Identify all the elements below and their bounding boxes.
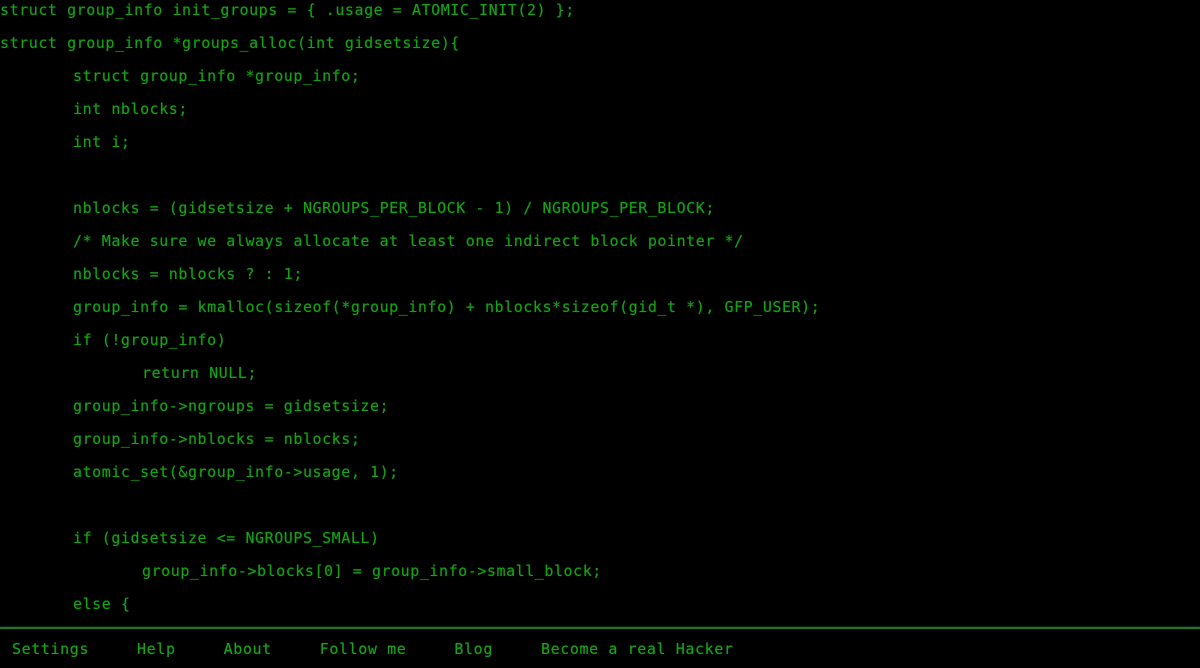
footer-link-blog[interactable]: Blog bbox=[454, 640, 493, 658]
code-line: int i; bbox=[73, 133, 131, 151]
code-line: nblocks = nblocks ? : 1; bbox=[73, 265, 303, 283]
code-line: else { bbox=[73, 595, 131, 613]
footer-link-follow-me[interactable]: Follow me bbox=[320, 640, 407, 658]
code-line: if (gidsetsize <= NGROUPS_SMALL) bbox=[73, 529, 380, 547]
code-line: group_info->nblocks = nblocks; bbox=[73, 430, 361, 448]
code-line: group_info->ngroups = gidsetsize; bbox=[73, 397, 390, 415]
footer-navigation: Settings Help About Follow me Blog Become a r… bbox=[0, 629, 1200, 668]
footer-link-settings[interactable]: Settings bbox=[12, 640, 89, 658]
code-line: int nblocks; bbox=[73, 100, 188, 118]
code-line: return NULL; bbox=[142, 364, 257, 382]
code-line: group_info->blocks[0] = group_info->smal… bbox=[142, 562, 602, 580]
code-line: if (!group_info) bbox=[73, 331, 227, 349]
code-line: atomic_set(&group_info->usage, 1); bbox=[73, 463, 399, 481]
code-line: struct group_info *groups_alloc(int gids… bbox=[0, 34, 460, 52]
code-output-area[interactable]: struct group_info init_groups = { .usage… bbox=[0, 0, 1200, 627]
footer-link-help[interactable]: Help bbox=[137, 640, 176, 658]
footer-link-become-a-real-hacker[interactable]: Become a real Hacker bbox=[541, 640, 734, 658]
code-line: group_info = kmalloc(sizeof(*group_info)… bbox=[73, 298, 821, 316]
code-line: struct group_info *group_info; bbox=[73, 67, 361, 85]
code-line: nblocks = (gidsetsize + NGROUPS_PER_BLOC… bbox=[73, 199, 715, 217]
code-line: struct group_info init_groups = { .usage… bbox=[0, 1, 575, 19]
code-line-list: struct group_info init_groups = { .usage… bbox=[0, 0, 1200, 621]
footer-link-about[interactable]: About bbox=[224, 640, 272, 658]
code-line: /* Make sure we always allocate at least… bbox=[73, 232, 744, 250]
